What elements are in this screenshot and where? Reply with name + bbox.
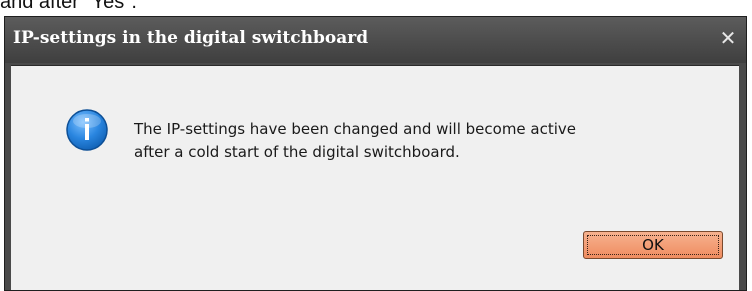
dialog-titlebar: IP-settings in the digital switchboard ✕	[5, 17, 746, 63]
dialog-message: The IP-settings have been changed and wi…	[134, 118, 714, 164]
message-line: The IP-settings have been changed and wi…	[134, 120, 577, 138]
info-dialog: IP-settings in the digital switchboard ✕…	[4, 16, 747, 291]
dialog-body: The IP-settings have been changed and wi…	[11, 65, 739, 290]
ok-button-label: OK	[642, 236, 664, 254]
message-line: after a cold start of the digital switch…	[134, 143, 460, 161]
close-icon: ✕	[719, 26, 737, 50]
info-icon	[66, 109, 108, 151]
background-instruction-text: and after "Yes".	[0, 0, 137, 13]
close-button[interactable]: ✕	[718, 26, 738, 50]
ok-button[interactable]: OK	[583, 231, 723, 259]
dialog-title: IP-settings in the digital switchboard	[13, 28, 369, 48]
